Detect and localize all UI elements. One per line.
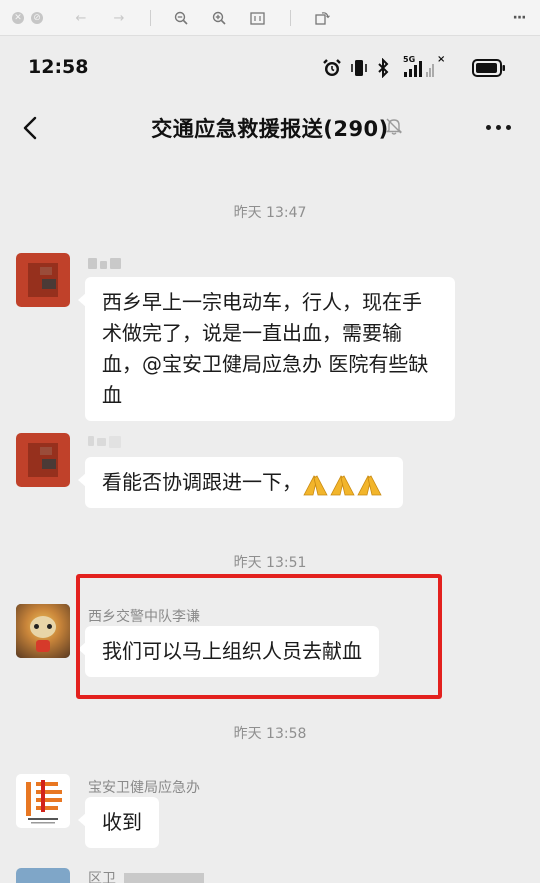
vibrate-icon	[351, 60, 367, 76]
browser-more-icon[interactable]: ···	[510, 9, 528, 27]
sender-name-blurred	[88, 258, 121, 269]
nav-back-icon[interactable]: ←	[72, 9, 90, 27]
signal-icon	[404, 61, 434, 77]
minimize-window-icon[interactable]: ⊘	[31, 12, 43, 24]
highlight-box	[76, 574, 442, 699]
sender-name-blurred	[124, 873, 205, 883]
sender-name: 区卫	[88, 868, 205, 883]
status-bar: 12:58 5G ×	[0, 36, 540, 98]
status-time: 12:58	[28, 56, 89, 78]
sender-name-blurred	[88, 436, 121, 448]
message-bubble[interactable]: 收到	[78, 797, 159, 848]
avatar[interactable]	[16, 604, 70, 658]
chat-header: 交通应急救援报送(290)	[0, 98, 540, 158]
sender-name-partial: 区卫	[88, 871, 116, 883]
fit-window-icon[interactable]	[248, 9, 266, 27]
time-divider: 昨天 13:47	[233, 205, 307, 221]
battery-icon	[472, 59, 505, 77]
sender-name: 宝安卫健局应急办	[88, 780, 200, 796]
browser-toolbar: ✕ ⊘ ← → ···	[0, 0, 540, 36]
pray-emoji-icon	[303, 474, 382, 495]
more-icon[interactable]	[486, 125, 511, 130]
avatar[interactable]	[16, 433, 70, 487]
message-bubble[interactable]: 看能否协调跟进一下，	[78, 457, 403, 508]
time-divider: 昨天 13:51	[233, 555, 307, 571]
message-bubble[interactable]: 西乡早上一宗电动车，行人，现在手术做完了，说是一直出血，需要输血，@宝安卫健局应…	[78, 277, 455, 421]
zoom-out-icon[interactable]	[172, 9, 190, 27]
bluetooth-icon	[378, 58, 389, 78]
avatar[interactable]	[16, 253, 70, 307]
rotate-icon[interactable]	[313, 9, 331, 27]
nav-forward-icon[interactable]: →	[110, 9, 128, 27]
avatar[interactable]	[16, 868, 70, 883]
message-text: 看能否协调跟进一下，	[102, 470, 302, 494]
time-divider: 昨天 13:58	[233, 726, 307, 742]
zoom-in-icon[interactable]	[210, 9, 228, 27]
mute-icon	[385, 118, 403, 135]
avatar[interactable]	[16, 774, 70, 828]
alarm-icon	[323, 59, 341, 76]
close-window-icon[interactable]: ✕	[12, 12, 24, 24]
chat-title: 交通应急救援报送(290)	[151, 117, 389, 141]
no-service-mark: ×	[437, 54, 446, 65]
